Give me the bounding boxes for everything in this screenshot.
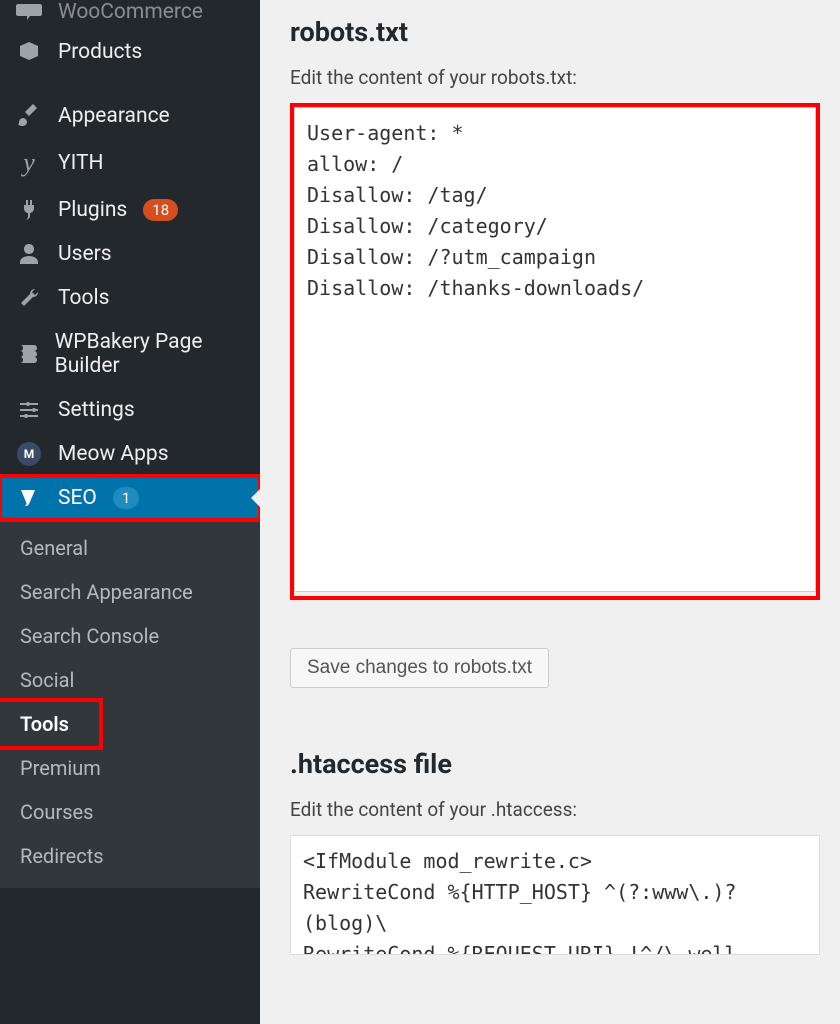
sidebar-item-settings[interactable]: Settings bbox=[0, 388, 260, 432]
sidebar-item-plugins[interactable]: Plugins 18 bbox=[0, 188, 260, 232]
sidebar-item-woocommerce[interactable]: WooCommerce bbox=[0, 0, 260, 30]
sidebar-item-yith[interactable]: y YITH bbox=[0, 138, 260, 188]
wpbakery-icon bbox=[14, 341, 41, 367]
sidebar-item-label: WooCommerce bbox=[58, 0, 203, 24]
sidebar-item-label: SEO bbox=[58, 486, 97, 510]
yith-icon: y bbox=[14, 148, 44, 178]
admin-sidebar: WooCommerce Products Appearance y YITH P… bbox=[0, 0, 260, 1024]
sidebar-item-meow-apps[interactable]: M Meow Apps bbox=[0, 432, 260, 476]
sidebar-item-label: WPBakery Page Builder bbox=[55, 330, 248, 378]
submenu-item-courses[interactable]: Courses bbox=[0, 790, 260, 834]
robots-textarea-highlight bbox=[290, 103, 820, 600]
submenu-item-tools[interactable]: Tools bbox=[0, 702, 99, 746]
sidebar-item-label: YITH bbox=[58, 151, 104, 175]
submenu-item-social[interactable]: Social bbox=[0, 658, 260, 702]
sidebar-item-label: Settings bbox=[58, 398, 135, 422]
sidebar-item-label: Plugins bbox=[58, 198, 127, 222]
htaccess-heading: .htaccess file bbox=[290, 748, 820, 780]
sidebar-item-seo[interactable]: SEO 1 bbox=[0, 476, 260, 520]
sidebar-item-label: Users bbox=[58, 242, 112, 266]
robots-description: Edit the content of your robots.txt: bbox=[290, 66, 820, 89]
yoast-icon bbox=[14, 486, 44, 510]
htaccess-description: Edit the content of your .htaccess: bbox=[290, 798, 820, 821]
sidebar-item-appearance[interactable]: Appearance bbox=[0, 94, 260, 138]
wrench-icon bbox=[14, 286, 44, 310]
sidebar-item-label: Tools bbox=[58, 286, 109, 310]
submenu-item-redirects[interactable]: Redirects bbox=[0, 834, 260, 878]
submenu-item-search-console[interactable]: Search Console bbox=[0, 614, 260, 658]
robots-textarea[interactable] bbox=[294, 107, 816, 592]
main-content: robots.txt Edit the content of your robo… bbox=[260, 0, 840, 1024]
meow-icon: M bbox=[14, 442, 44, 466]
box-icon bbox=[14, 40, 44, 64]
brush-icon bbox=[14, 104, 44, 128]
user-icon bbox=[14, 242, 44, 266]
htaccess-textarea[interactable] bbox=[290, 835, 820, 955]
seo-notification-badge: 1 bbox=[113, 487, 139, 509]
sidebar-item-wpbakery[interactable]: WPBakery Page Builder bbox=[0, 320, 260, 388]
submenu-item-general[interactable]: General bbox=[0, 526, 260, 570]
sidebar-item-products[interactable]: Products bbox=[0, 30, 260, 74]
robots-heading: robots.txt bbox=[290, 16, 820, 48]
sidebar-item-label: Meow Apps bbox=[58, 442, 169, 466]
woocommerce-icon bbox=[14, 2, 44, 22]
sidebar-item-users[interactable]: Users bbox=[0, 232, 260, 276]
sidebar-item-label: Products bbox=[58, 40, 142, 64]
plugins-update-badge: 18 bbox=[143, 199, 178, 221]
save-robots-button[interactable]: Save changes to robots.txt bbox=[290, 648, 549, 688]
sliders-icon bbox=[14, 398, 44, 422]
sidebar-item-tools[interactable]: Tools bbox=[0, 276, 260, 320]
seo-submenu: General Search Appearance Search Console… bbox=[0, 520, 260, 888]
sidebar-item-label: Appearance bbox=[58, 104, 170, 128]
plug-icon bbox=[14, 198, 44, 222]
submenu-item-premium[interactable]: Premium bbox=[0, 746, 260, 790]
submenu-item-search-appearance[interactable]: Search Appearance bbox=[0, 570, 260, 614]
